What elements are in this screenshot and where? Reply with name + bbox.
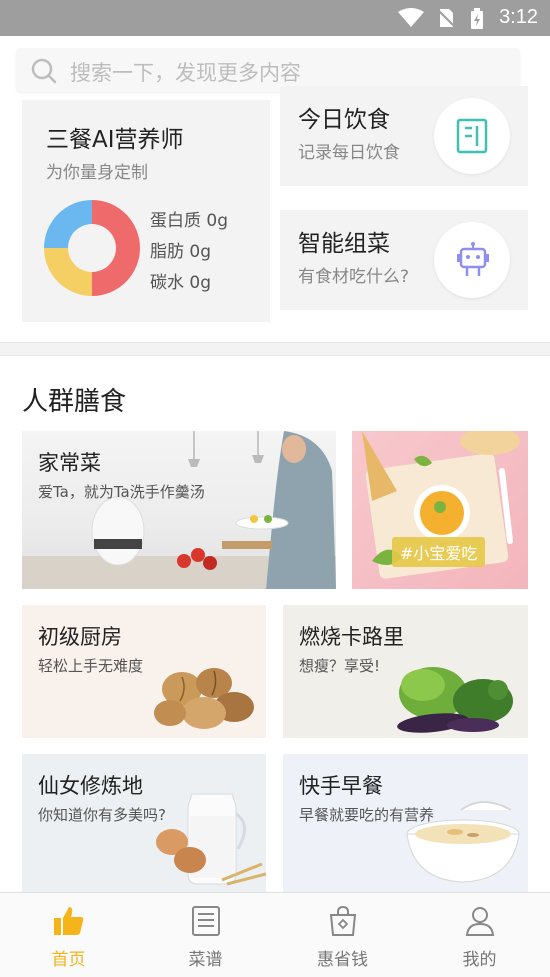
tile-fairy-training[interactable]: 仙女修炼地 你知道你有多美吗? (22, 754, 266, 892)
thumbs-up-icon (54, 907, 84, 935)
tab-savings[interactable]: 惠省钱 (274, 893, 411, 977)
tab-profile[interactable]: 我的 (411, 893, 548, 977)
status-bar: 3:12 (0, 0, 550, 36)
tab-savings-label: 惠省钱 (317, 950, 368, 970)
tab-home[interactable]: 首页 (0, 893, 137, 977)
diet-card-subtitle: 记录每日饮食 (298, 143, 400, 163)
combo-card-title: 智能组菜 (298, 231, 390, 257)
robot-icon (457, 242, 489, 276)
ai-card-subtitle: 为你量身定制 (46, 163, 148, 183)
breakfast-tile-title: 快手早餐 (299, 774, 383, 798)
nutrition-donut-chart (44, 200, 140, 296)
tab-recipes[interactable]: 菜谱 (137, 893, 274, 977)
tile-burn-calories[interactable]: 燃烧卡路里 想瘦？享受! (283, 605, 528, 738)
tab-home-label: 首页 (51, 950, 86, 970)
shopping-bag-icon (329, 905, 357, 936)
diet-icon-circle (434, 98, 510, 174)
combo-icon-circle (434, 222, 510, 298)
tile-beginner-kitchen[interactable]: 初级厨房 轻松上手无难度 (22, 605, 266, 738)
combo-card-subtitle: 有食材吃什么? (298, 267, 410, 287)
fairy-tile-subtitle: 你知道你有多美吗? (38, 806, 166, 824)
calorie-tile-subtitle: 想瘦？享受! (299, 657, 381, 675)
home-tile-subtitle: 爱Ta，就为Ta洗手作羹汤 (38, 483, 205, 501)
tile-baby-food[interactable]: #小宝爱吃 (352, 431, 528, 589)
clock: 3:12 (499, 6, 538, 28)
calorie-tile-title: 燃烧卡路里 (299, 625, 404, 649)
today-diet-card[interactable]: 今日饮食 记录每日饮食 (280, 86, 528, 186)
tab-profile-label: 我的 (462, 950, 497, 970)
user-icon (465, 907, 495, 936)
beginner-tile-title: 初级厨房 (38, 625, 122, 649)
battery-icon (471, 8, 483, 29)
home-tile-title: 家常菜 (38, 451, 101, 475)
smart-combo-card[interactable]: 智能组菜 有食材吃什么? (280, 210, 528, 310)
baby-tile-tag: #小宝爱吃 (392, 537, 486, 567)
section-title: 人群膳食 (22, 387, 127, 417)
tile-quick-breakfast[interactable]: 快手早餐 早餐就要吃的有营养 (283, 754, 528, 892)
ai-card-title: 三餐AI营养师 (46, 127, 184, 153)
ai-nutritionist-card[interactable]: 三餐AI营养师 为你量身定制 蛋白质 0g 脂肪 0g 碳水 0g (22, 100, 270, 322)
tab-recipes-label: 菜谱 (188, 950, 223, 970)
recipe-book-icon (192, 906, 220, 936)
beginner-tile-subtitle: 轻松上手无难度 (38, 657, 144, 675)
section-divider (0, 342, 550, 356)
notebook-icon (456, 118, 488, 154)
tile-home-cooking[interactable]: 家常菜 爱Ta，就为Ta洗手作羹汤 (22, 431, 336, 589)
breakfast-tile-subtitle: 早餐就要吃的有营养 (299, 806, 435, 824)
home-page: 搜索一下，发现更多内容 三餐AI营养师 为你量身定制 蛋白质 0g 脂肪 0g … (0, 36, 550, 892)
search-placeholder: 搜索一下，发现更多内容 (70, 61, 301, 85)
protein-value: 蛋白质 0g (150, 211, 229, 231)
search-icon (31, 58, 57, 84)
carbs-value: 碳水 0g (150, 273, 212, 293)
fairy-tile-title: 仙女修炼地 (38, 774, 143, 798)
diet-card-title: 今日饮食 (298, 107, 390, 133)
bottom-tab-bar: 首页 菜谱 惠省钱 我的 (0, 892, 550, 977)
wifi-icon (398, 8, 424, 27)
no-sim-icon (437, 9, 456, 28)
fat-value: 脂肪 0g (150, 242, 212, 262)
